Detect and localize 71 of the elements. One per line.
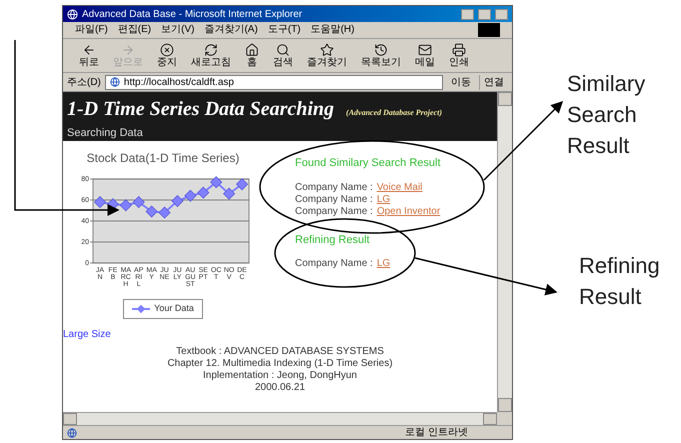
toolbar-button[interactable]: 뒤로 (75, 42, 103, 68)
toolbar-button[interactable]: 메일 (411, 42, 439, 68)
stop-icon (160, 42, 174, 56)
toolbar-button[interactable]: 즐겨찾기 (303, 42, 351, 68)
search-icon (276, 42, 290, 56)
company-label: Company Name : (295, 258, 373, 270)
results-heading: Refining Result (295, 232, 371, 248)
annotation-text: Search (567, 101, 638, 129)
refresh-icon (204, 42, 218, 56)
page-title: 1-D Time Series Data Searching (67, 97, 334, 122)
maximize-button[interactable] (478, 8, 491, 20)
large-size-link[interactable]: Large Size (63, 326, 111, 342)
annotation-text: Refining (579, 252, 660, 280)
toolbar-button[interactable]: 목록보기 (357, 42, 405, 68)
mail-icon (418, 42, 432, 56)
results-heading: Found Similary Search Result (295, 156, 441, 171)
star-icon (320, 42, 334, 56)
menu-item[interactable]: 편집(E) (118, 24, 152, 36)
data-point (184, 190, 196, 202)
footer-text: Chapter 12. Multimedia Indexing (1-D Time Series) (167, 358, 393, 370)
close-button[interactable] (495, 8, 508, 20)
footer-text: Textbook : ADVANCED DATABASE SYSTEMS (176, 346, 384, 358)
section-heading: Searching Data (67, 126, 144, 141)
toolbar-button[interactable]: 중지 (153, 42, 181, 68)
data-point (132, 196, 144, 208)
data-point (235, 178, 248, 190)
toolbar-button[interactable]: 검색 (269, 42, 297, 68)
chart-title: Stock Data(1-D Time Series) (86, 150, 240, 167)
home-icon (245, 42, 259, 56)
security-zone: 로컬 인트라넷 (405, 426, 469, 438)
data-point (170, 194, 184, 208)
printer-icon (452, 42, 466, 56)
data-point (158, 206, 170, 219)
company-label: Company Name : (295, 206, 373, 218)
page-subtitle: (Advanced Database Project) (346, 107, 442, 119)
data-point (196, 186, 209, 199)
vertical-scrollbar[interactable] (497, 92, 512, 412)
data-point (222, 188, 235, 200)
menu-item[interactable]: 도구(T) (268, 24, 301, 36)
data-point (210, 176, 222, 188)
company-label: Company Name : (295, 194, 373, 206)
right-arrow-icon (121, 42, 135, 56)
window-title: Advanced Data Base - Microsoft Internet Explorer (82, 8, 304, 22)
horizontal-scrollbar[interactable] (63, 412, 497, 425)
page-icon (110, 77, 120, 87)
annotation-text: Result (567, 132, 630, 160)
annotation-text: Similary (567, 70, 646, 98)
links-button[interactable]: 연결 (479, 74, 508, 90)
toolbar-button[interactable]: 새로고침 (187, 42, 235, 68)
data-point (106, 198, 118, 210)
address-label: 주소(D) (67, 76, 101, 90)
toolbar-button[interactable]: 홈 (241, 42, 263, 68)
data-point (145, 205, 158, 218)
address-field[interactable]: http://localhost/caldft.asp (104, 74, 443, 90)
clock-icon (374, 42, 388, 56)
minimize-button[interactable] (461, 8, 474, 20)
annotation-text: Result (579, 283, 642, 311)
data-point (93, 196, 106, 208)
legend-label: Your Data (154, 302, 194, 315)
go-button[interactable]: 이동 (447, 74, 475, 90)
footer-text: Inplementation : Jeong, DongHyun (203, 370, 357, 382)
page-icon (67, 428, 77, 438)
menu-item[interactable]: 보기(V) (161, 24, 194, 36)
menu-item[interactable]: 도움말(H) (310, 24, 354, 36)
menu-item[interactable]: 즐겨찾기(A) (204, 24, 258, 36)
data-point (119, 199, 132, 212)
legend-marker-icon (132, 304, 150, 313)
menu-item[interactable]: 파일(F) (75, 24, 108, 36)
company-label: Company Name : (295, 182, 373, 194)
toolbar-button[interactable]: 인쇄 (445, 42, 473, 68)
footer-text: 2000.06.21 (254, 382, 306, 394)
